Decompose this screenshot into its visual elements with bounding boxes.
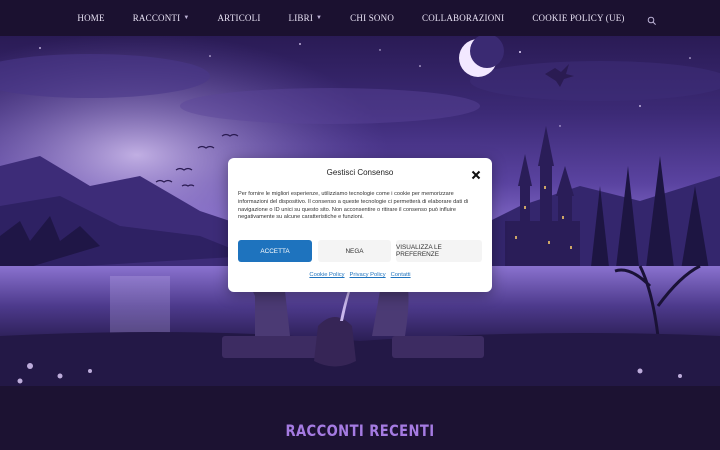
search-icon[interactable] xyxy=(647,13,657,25)
nav-label: COLLABORAZIONI xyxy=(422,13,505,23)
nav-label: CHI SONO xyxy=(350,13,395,23)
modal-title: Gestisci Consenso xyxy=(326,168,394,177)
nav-label: COOKIE POLICY (UE) xyxy=(532,13,625,23)
nav-item-cookie-policy[interactable]: COOKIE POLICY (UE) xyxy=(532,13,624,23)
nav-item-chi-sono[interactable]: CHI SONO xyxy=(350,13,394,23)
accept-button[interactable]: Accetta xyxy=(238,240,312,262)
nav-label: ARTICOLI xyxy=(217,13,261,23)
recent-stories-section: RACCONTI RECENTI xyxy=(0,386,720,450)
consent-links: Cookie Policy Privacy Policy Contatti xyxy=(228,272,492,278)
nav-list: HOME RACCONTI ▼ ARTICOLI LIBRI ▼ CHI SONO … xyxy=(63,13,657,25)
privacy-policy-link[interactable]: Privacy Policy xyxy=(350,272,386,278)
nav-item-home[interactable]: HOME xyxy=(77,13,104,23)
nav-item-articoli[interactable]: ARTICOLI xyxy=(217,13,260,23)
consent-description: Per fornire le migliori esperienze, util… xyxy=(238,191,469,221)
close-icon[interactable] xyxy=(471,167,481,180)
nav-label: RACCONTI xyxy=(132,13,181,23)
nav-label: LIBRI xyxy=(288,13,314,23)
view-preferences-button[interactable]: Visualizza le preferenze xyxy=(396,240,482,262)
cookie-consent-modal: Gestisci Consenso Per fornire le miglior… xyxy=(228,158,492,292)
nav-label: HOME xyxy=(77,13,105,23)
nav-item-collaborazioni[interactable]: COLLABORAZIONI xyxy=(422,13,504,23)
main-navigation: HOME RACCONTI ▼ ARTICOLI LIBRI ▼ CHI SONO … xyxy=(0,0,720,36)
nav-item-libri[interactable]: LIBRI ▼ xyxy=(289,13,323,23)
cookie-policy-link[interactable]: Cookie Policy xyxy=(309,272,344,278)
chevron-down-icon: ▼ xyxy=(183,15,190,21)
contacts-link[interactable]: Contatti xyxy=(391,272,411,278)
nav-item-racconti[interactable]: RACCONTI ▼ xyxy=(133,13,190,23)
chevron-down-icon: ▼ xyxy=(316,15,323,21)
deny-button[interactable]: Nega xyxy=(318,240,391,262)
section-title: RACCONTI RECENTI xyxy=(285,421,435,440)
